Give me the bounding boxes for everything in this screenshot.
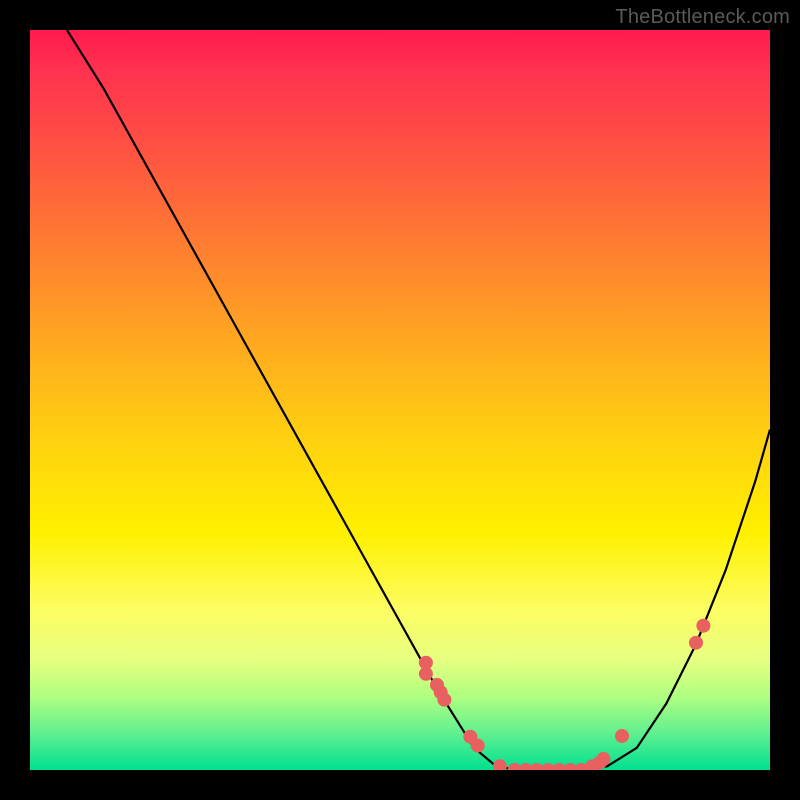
bottleneck-curve (67, 30, 770, 770)
data-marker (615, 729, 629, 743)
data-marker (493, 759, 507, 770)
data-marker (597, 752, 611, 766)
data-marker (419, 667, 433, 681)
data-marker (689, 636, 703, 650)
watermark-text: TheBottleneck.com (615, 6, 790, 29)
data-markers (419, 619, 711, 770)
data-marker (696, 619, 710, 633)
data-marker (437, 693, 451, 707)
data-marker (471, 739, 485, 753)
chart-overlay (30, 30, 770, 770)
